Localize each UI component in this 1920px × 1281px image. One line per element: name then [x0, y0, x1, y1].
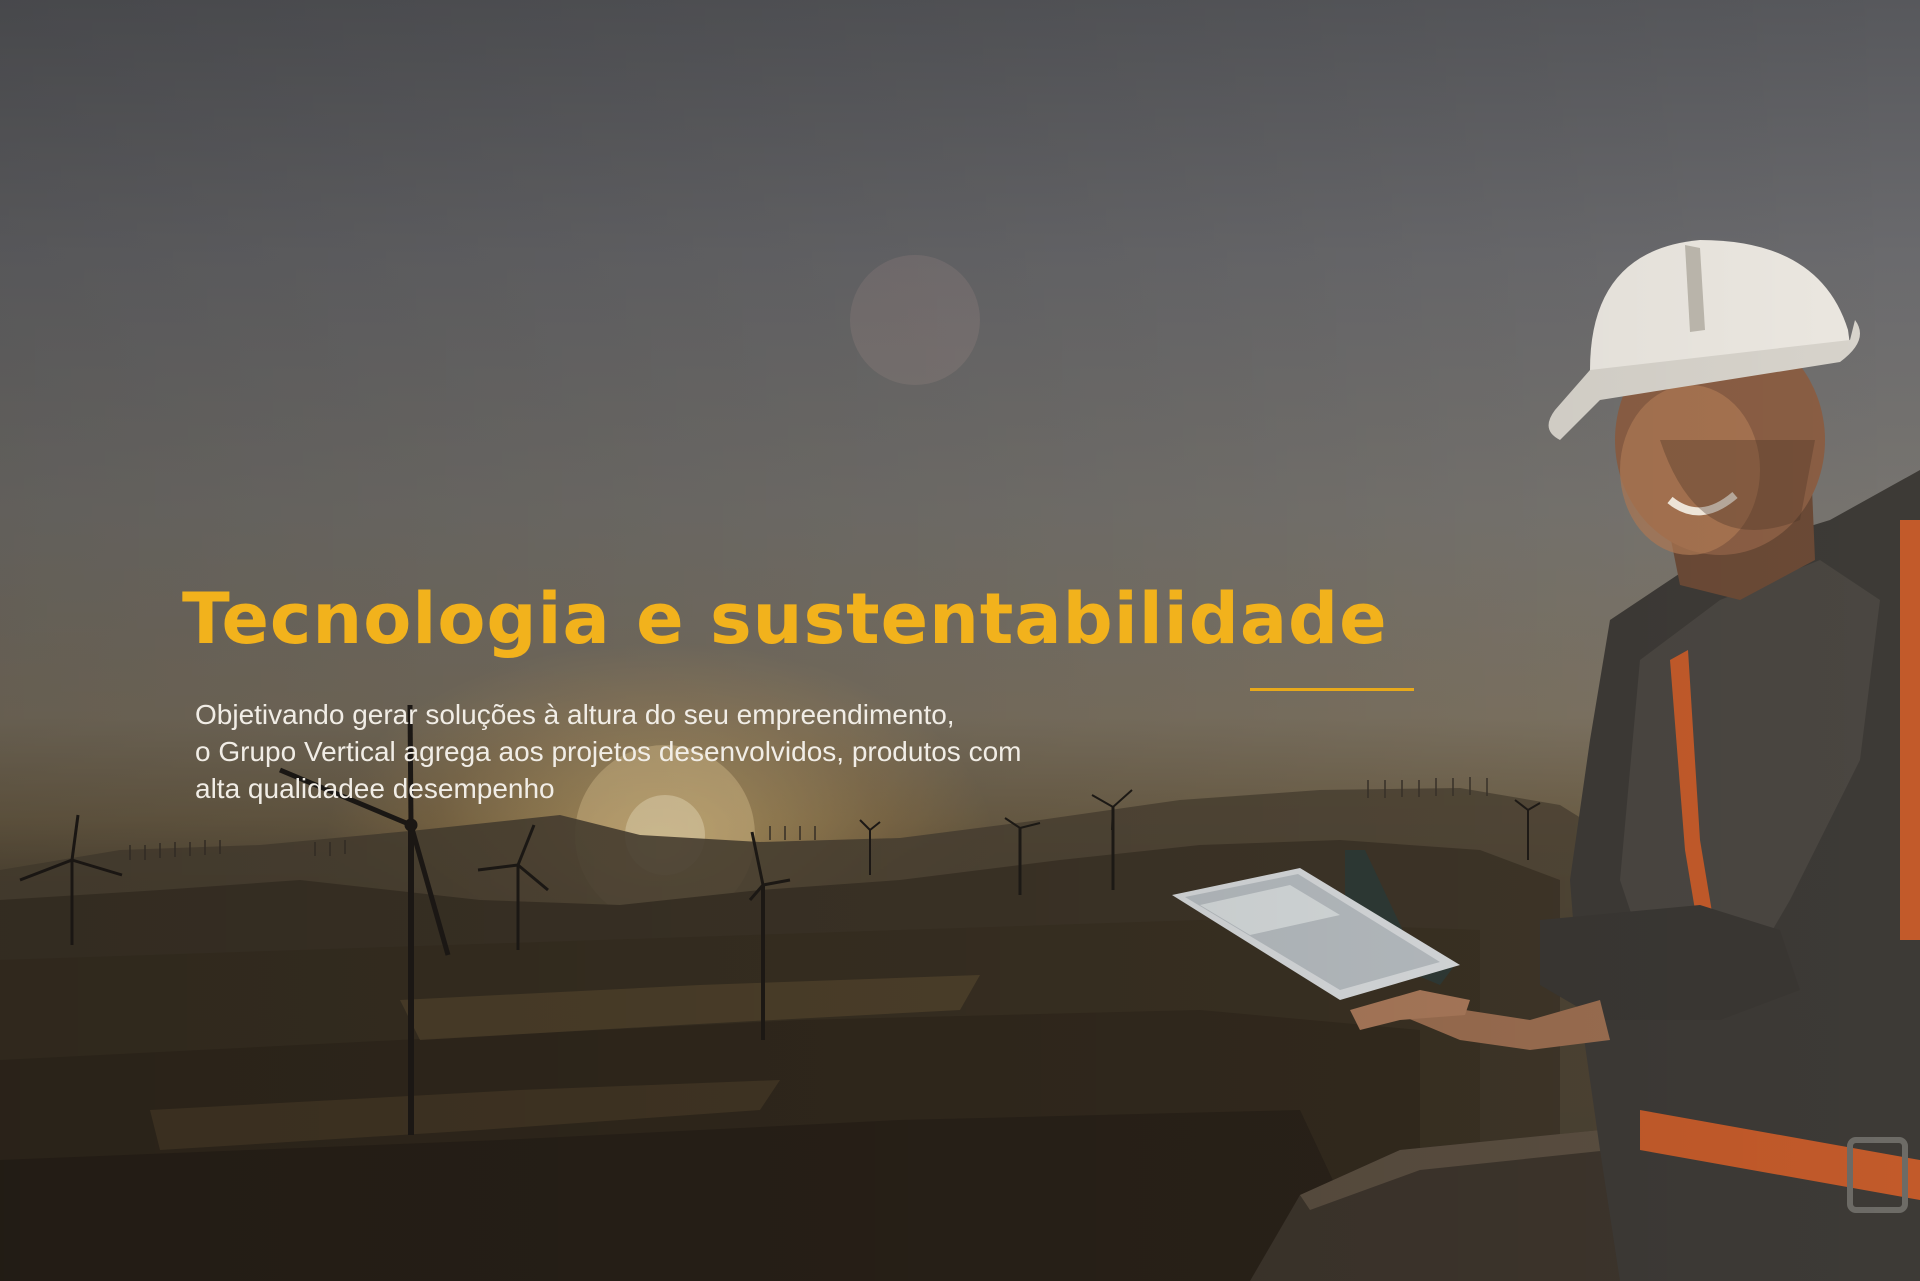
hero-banner: Tecnologia e sustentabilidade Objetivand…	[0, 0, 1920, 1281]
hero-description-line: alta qualidadee desempenho	[195, 773, 555, 804]
hero-description-line: o Grupo Vertical agrega aos projetos des…	[195, 736, 1022, 767]
hero-description: Objetivando gerar soluções à altura do s…	[195, 696, 1255, 807]
hero-description-line: Objetivando gerar soluções à altura do s…	[195, 699, 955, 730]
hero-title: Tecnologia e sustentabilidade	[182, 578, 1388, 660]
title-underline	[1250, 688, 1414, 691]
